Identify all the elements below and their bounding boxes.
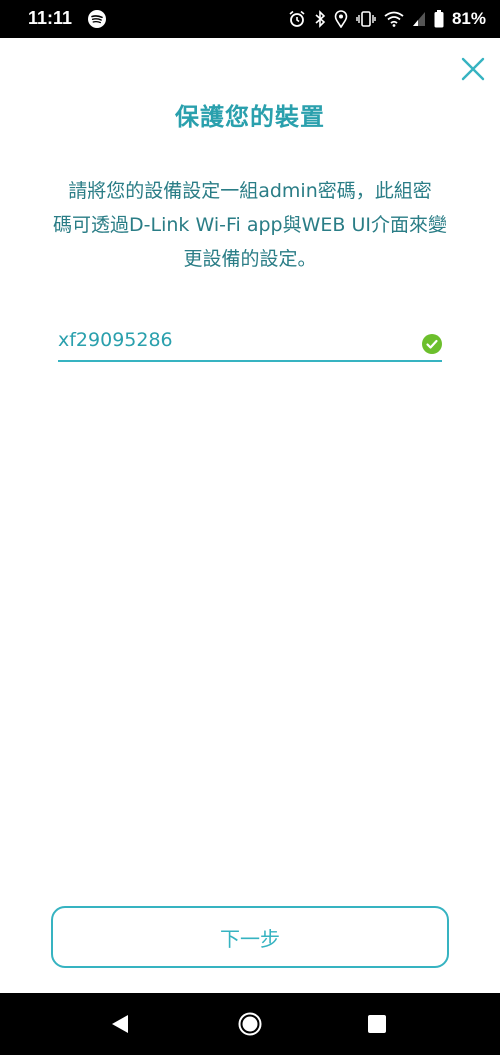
vibrate-icon <box>356 11 376 27</box>
spotify-icon <box>88 10 106 28</box>
next-button[interactable]: 下一步 <box>51 906 449 968</box>
home-icon[interactable] <box>238 1012 262 1036</box>
close-icon <box>461 57 485 81</box>
description-line: 更設備的設定。 <box>183 248 317 270</box>
battery-percent: 81% <box>451 9 486 28</box>
page-title: 保護您的裝置 <box>175 103 325 131</box>
navigation-bar <box>0 993 500 1055</box>
bluetooth-icon <box>315 10 326 28</box>
password-field <box>58 318 442 362</box>
alarm-icon <box>289 10 305 27</box>
status-icons: 81% <box>288 7 486 31</box>
signal-icon <box>412 12 425 26</box>
description-line: 碼可透過D-Link Wi-Fi app與WEB UI介面來變 <box>53 214 447 236</box>
status-bar: 11:11 81% <box>0 0 500 38</box>
location-icon <box>334 10 348 28</box>
close-button[interactable] <box>458 54 488 84</box>
wifi-icon <box>384 11 404 27</box>
description-line: 請將您的設備設定一組admin密碼，此組密 <box>68 180 432 202</box>
password-input[interactable] <box>58 324 398 356</box>
battery-icon <box>434 10 444 28</box>
next-button-label: 下一步 <box>220 926 280 951</box>
recents-icon[interactable] <box>368 1015 386 1033</box>
page-description: 請將您的設備設定一組admin密碼，此組密 碼可透過D-Link Wi-Fi a… <box>20 174 480 276</box>
status-time: 11:11 <box>28 8 73 28</box>
back-icon[interactable] <box>110 1014 130 1034</box>
check-icon <box>422 334 442 354</box>
